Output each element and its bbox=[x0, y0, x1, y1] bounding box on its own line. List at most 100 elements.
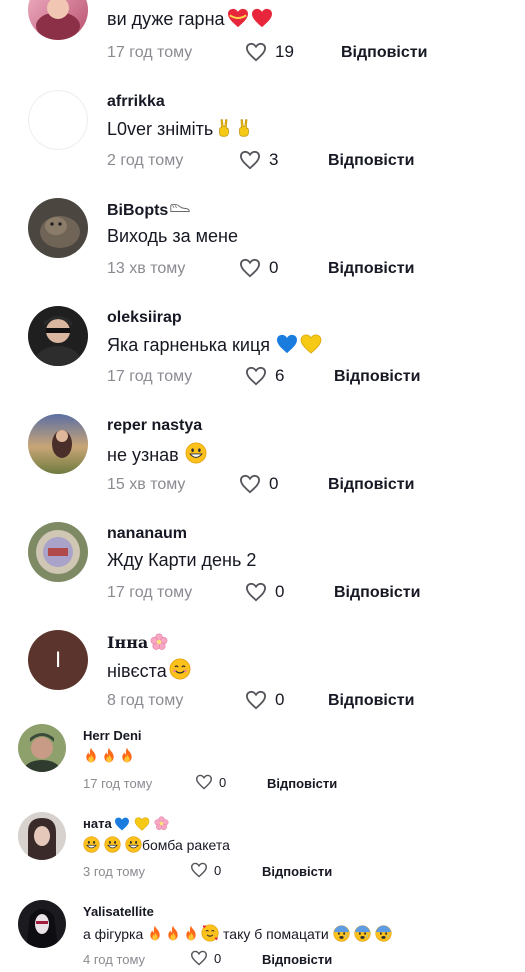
comment-text: L0ver зніміть bbox=[107, 118, 253, 140]
comment-text: а фігурка таку б помацати bbox=[83, 924, 392, 942]
like-count: 3 bbox=[269, 150, 279, 169]
anxious-face-icon bbox=[354, 925, 371, 942]
comment-time: 13 хв тому bbox=[107, 260, 186, 277]
comment-time: 2 год тому bbox=[107, 152, 184, 169]
avatar[interactable] bbox=[18, 812, 66, 860]
reply-button[interactable]: Відповісти bbox=[328, 476, 414, 494]
heart-ribbon-icon bbox=[227, 8, 249, 28]
like-count: 0 bbox=[269, 474, 279, 493]
comment-text bbox=[83, 746, 135, 764]
cherry-blossom-icon bbox=[154, 816, 169, 831]
heart-outline-icon bbox=[195, 774, 213, 790]
heart-red-icon bbox=[251, 8, 273, 28]
comment-username[interactable]: Herr Deni bbox=[83, 728, 142, 743]
grinning-face-icon bbox=[125, 836, 142, 853]
comment-time: 17 год тому bbox=[107, 368, 193, 385]
victory-hand-icon bbox=[215, 118, 233, 138]
comment-text: Виходь за мене bbox=[107, 226, 238, 246]
like-count: 0 bbox=[275, 582, 285, 601]
like-button[interactable]: 0 bbox=[239, 474, 278, 494]
reply-button[interactable]: Відповісти bbox=[328, 692, 414, 710]
reply-button[interactable]: Відповісти bbox=[328, 152, 414, 170]
comment-username[interactable]: afrrikka bbox=[107, 93, 165, 111]
fire-icon bbox=[165, 924, 181, 942]
like-count: 0 bbox=[275, 690, 285, 709]
avatar[interactable] bbox=[28, 0, 88, 40]
reply-button[interactable]: Відповісти bbox=[334, 368, 420, 386]
fire-icon bbox=[101, 746, 117, 764]
like-count: 19 bbox=[275, 42, 294, 61]
comment-time: 8 год тому bbox=[107, 692, 184, 709]
reply-button[interactable]: Відповісти bbox=[328, 260, 414, 278]
comment-username[interactable]: Інна bbox=[107, 633, 168, 652]
comment-time: 15 хв тому bbox=[107, 476, 186, 493]
avatar-initial: I bbox=[54, 647, 62, 672]
reply-button[interactable]: Відповісти bbox=[267, 776, 337, 791]
comment-text: ви дуже гарна bbox=[107, 8, 273, 30]
yellow-heart-icon bbox=[300, 334, 322, 354]
avatar[interactable] bbox=[18, 900, 66, 948]
avatar[interactable]: I bbox=[28, 630, 88, 690]
comment-time: 17 год тому bbox=[83, 776, 153, 791]
avatar[interactable] bbox=[28, 198, 88, 258]
comment-time: 4 год тому bbox=[83, 952, 146, 967]
anxious-face-icon bbox=[333, 925, 350, 942]
like-button[interactable]: 6 bbox=[245, 366, 284, 386]
heart-outline-icon bbox=[245, 690, 267, 710]
victory-hand-icon bbox=[235, 118, 253, 138]
like-count: 6 bbox=[275, 366, 285, 385]
grinning-face-icon bbox=[83, 836, 100, 853]
comment-username[interactable]: reper nastya bbox=[107, 417, 202, 435]
blue-heart-icon bbox=[114, 817, 130, 831]
smiling-hearts-face-icon bbox=[201, 924, 219, 942]
grinning-face-icon bbox=[185, 442, 207, 464]
reply-button[interactable]: Відповісти bbox=[341, 44, 427, 62]
comment-username[interactable]: Yalisatellite bbox=[83, 904, 154, 919]
fire-icon bbox=[119, 746, 135, 764]
comment-text: нівєста bbox=[107, 658, 191, 682]
yellow-heart-icon bbox=[134, 817, 150, 831]
heart-outline-icon bbox=[190, 862, 208, 878]
heart-outline-icon bbox=[239, 150, 261, 170]
reply-button[interactable]: Відповісти bbox=[262, 864, 332, 879]
like-button[interactable]: 0 bbox=[245, 582, 284, 602]
like-count: 0 bbox=[219, 774, 227, 790]
like-button[interactable]: 0 bbox=[190, 950, 221, 966]
avatar[interactable] bbox=[28, 522, 88, 582]
avatar[interactable] bbox=[28, 414, 88, 474]
heart-outline-icon bbox=[245, 582, 267, 602]
reply-button[interactable]: Відповісти bbox=[262, 952, 332, 967]
heart-outline-icon bbox=[190, 950, 208, 966]
comment-text: бомба ракета bbox=[83, 836, 230, 853]
heart-outline-icon bbox=[239, 474, 261, 494]
avatar[interactable] bbox=[18, 724, 66, 772]
comment-username[interactable]: nananaum bbox=[107, 525, 187, 543]
comment-text: Жду Карти день 2 bbox=[107, 550, 257, 570]
heart-outline-icon bbox=[239, 258, 261, 278]
comment-time: 17 год тому bbox=[107, 584, 193, 601]
comment-username[interactable]: BiBopts bbox=[107, 201, 190, 220]
comment-time: 3 год тому bbox=[83, 864, 146, 879]
heart-outline-icon bbox=[245, 366, 267, 386]
like-button[interactable]: 0 bbox=[239, 258, 278, 278]
shoe-icon bbox=[170, 201, 190, 213]
like-button[interactable]: 3 bbox=[239, 150, 278, 170]
fire-icon bbox=[147, 924, 163, 942]
like-count: 0 bbox=[269, 258, 279, 277]
grinning-face-icon bbox=[104, 836, 121, 853]
comment-time: 17 год тому bbox=[107, 44, 193, 61]
like-button[interactable]: 0 bbox=[245, 690, 284, 710]
fire-icon bbox=[83, 746, 99, 764]
fire-icon bbox=[183, 924, 199, 942]
like-button[interactable]: 0 bbox=[190, 862, 221, 878]
like-button[interactable]: 0 bbox=[195, 774, 226, 790]
reply-button[interactable]: Відповісти bbox=[334, 584, 420, 602]
avatar[interactable] bbox=[28, 306, 88, 366]
like-count: 0 bbox=[214, 862, 222, 878]
comment-text: не узнав bbox=[107, 442, 207, 466]
avatar[interactable] bbox=[28, 90, 88, 150]
comment-text: Яка гарненька киця bbox=[107, 334, 322, 356]
like-button[interactable]: 19 bbox=[245, 42, 294, 62]
comment-username[interactable]: oleksiirap bbox=[107, 309, 182, 327]
comment-username[interactable]: ната bbox=[83, 816, 169, 831]
